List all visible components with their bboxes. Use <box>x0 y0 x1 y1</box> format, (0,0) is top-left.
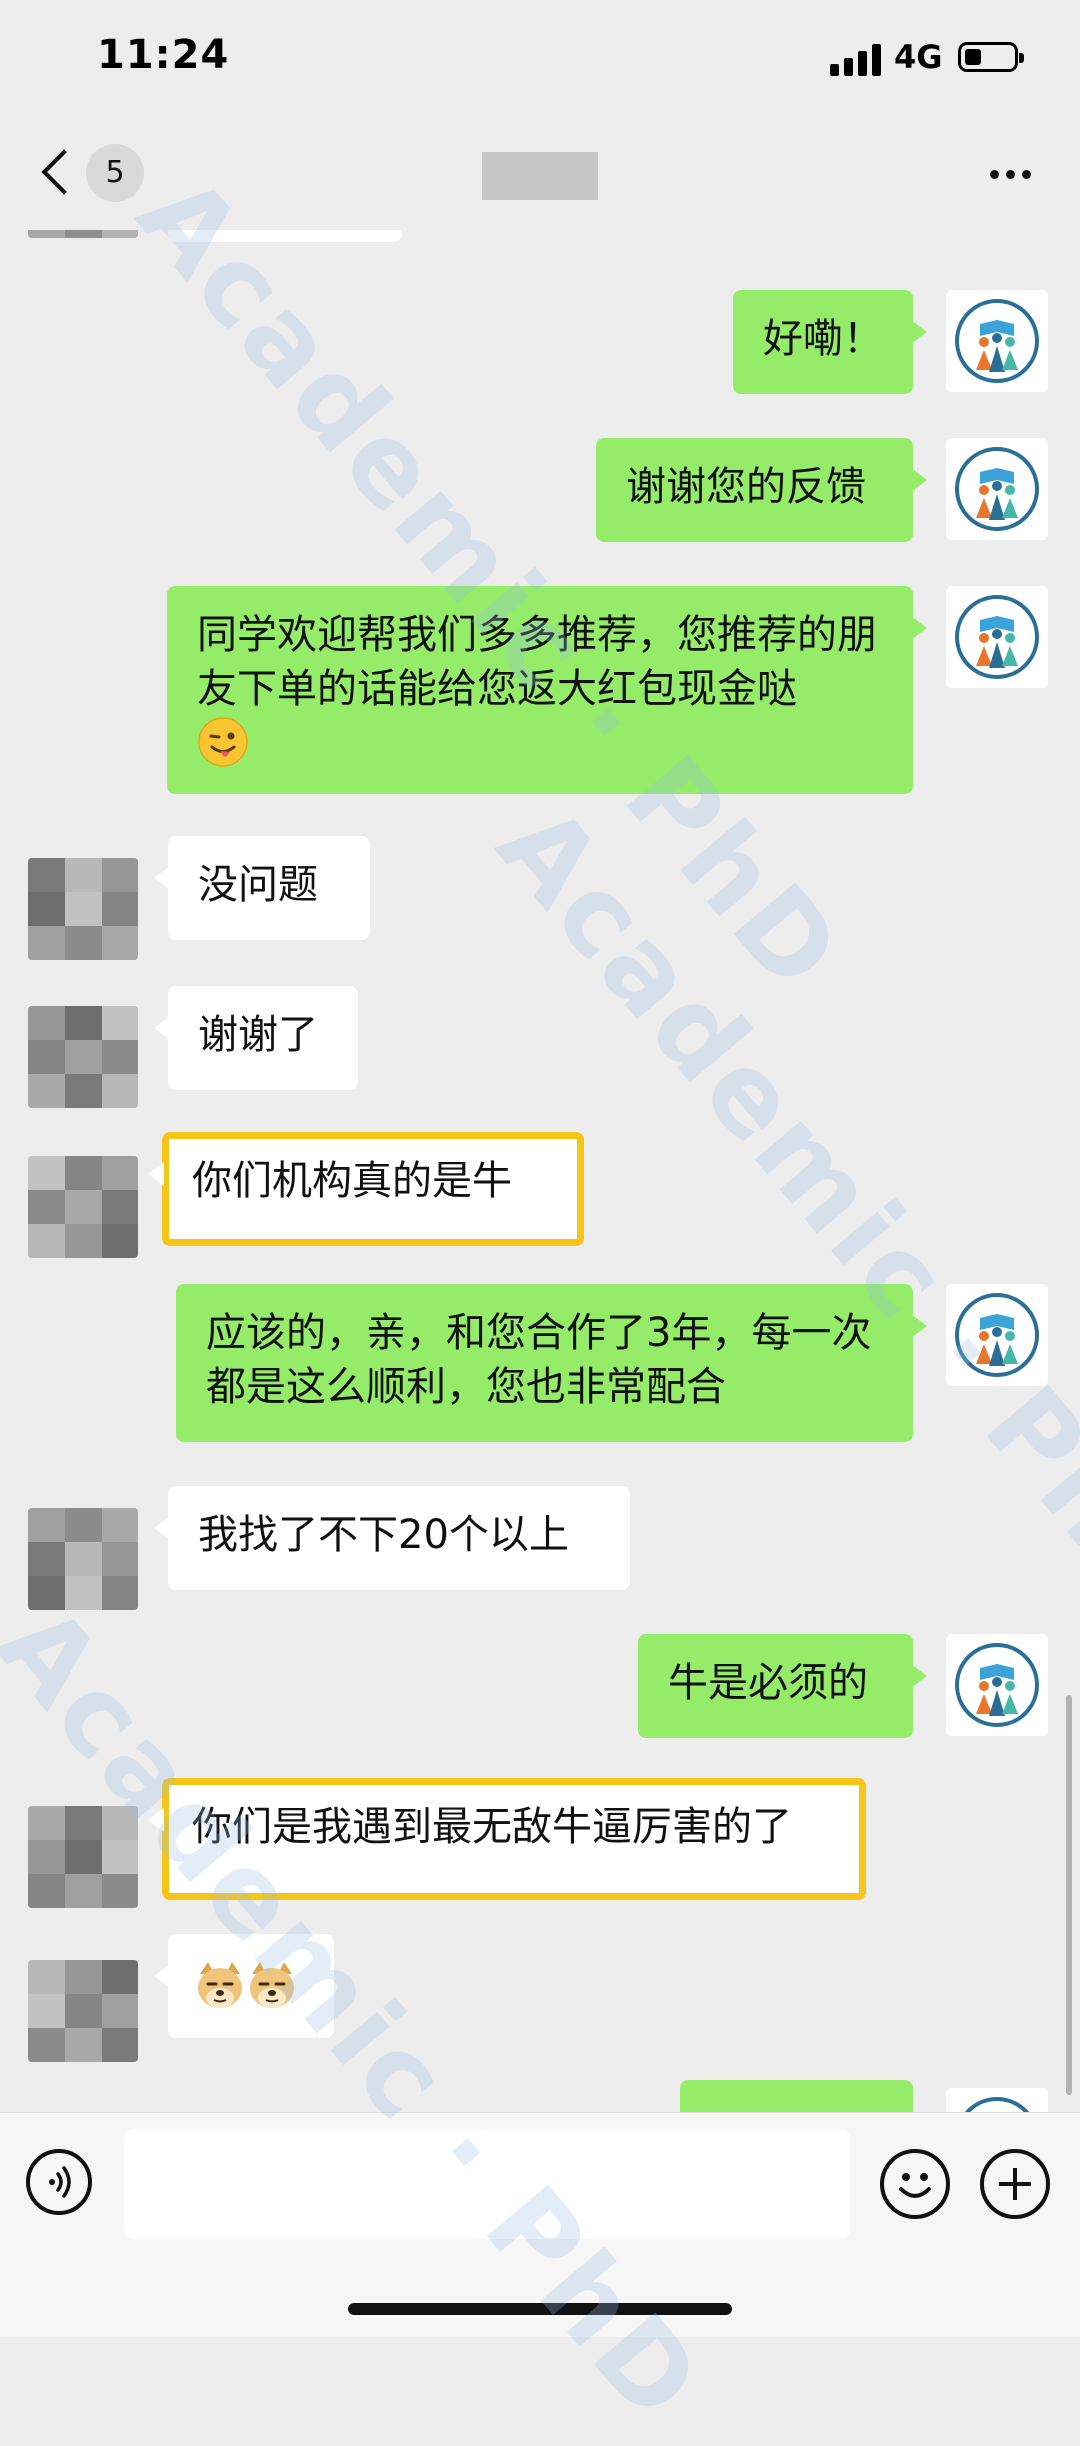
message-bubble-received-highlighted[interactable]: 你们是我遇到最无敌牛逼厉害的了 <box>148 1778 866 1900</box>
message-bubble-received-highlighted[interactable]: 你们机构真的是牛 <box>148 1132 584 1246</box>
avatar <box>28 1960 138 2062</box>
avatar <box>28 1006 138 1108</box>
plus-icon[interactable] <box>980 2149 1050 2219</box>
message-text: 我找了不下20个以上 <box>198 1512 569 1558</box>
winking-tongue-emoji-icon <box>197 716 249 782</box>
avatar <box>28 1508 138 1610</box>
message-text: 你们是我遇到最无敌牛逼厉害的了 <box>192 1804 792 1850</box>
chat-title-blurred <box>482 152 598 200</box>
message-bubble-sent[interactable]: 牛是必须的 <box>638 1634 927 1738</box>
input-bar <box>0 2112 1080 2337</box>
avatar <box>28 1806 138 1908</box>
doge-emoji-icon <box>246 1960 298 2026</box>
message-text: 应该的，亲，和您合作了3年，每一次都是这么顺利，您也非常配合 <box>206 1310 872 1410</box>
more-icon[interactable] <box>980 160 1040 190</box>
message-text: 同学欢迎帮我们多多推荐，您推荐的朋友下单的话能给您返大红包现金哒 <box>197 612 877 712</box>
message-text: 没问题 <box>198 862 318 908</box>
network-label: 4G <box>894 38 943 76</box>
message-list[interactable]: 好嘞！ 谢谢您的反馈 同学欢迎帮我们多多推荐，您推荐的朋友下单的话能给您返大红包… <box>0 120 1080 2140</box>
message-text: 谢谢您的反馈 <box>626 464 866 510</box>
message-bubble-received[interactable]: 我找了不下20个以上 <box>154 1486 630 1590</box>
message-bubble-sent[interactable]: 应该的，亲，和您合作了3年，每一次都是这么顺利，您也非常配合 <box>176 1284 927 1442</box>
chat-header: 5 <box>0 120 1080 230</box>
status-bar: 11:24 4G <box>0 0 1080 120</box>
signal-icon <box>830 44 882 76</box>
avatar-institution-logo <box>946 1284 1048 1386</box>
message-bubble-received[interactable] <box>154 1934 334 2038</box>
message-bubble-sent[interactable]: 好嘞！ <box>733 290 927 394</box>
doge-emoji-icon <box>194 1960 246 2026</box>
status-time: 11:24 <box>97 32 230 78</box>
message-bubble-sent[interactable]: 谢谢您的反馈 <box>596 438 927 542</box>
message-text: 你们机构真的是牛 <box>192 1158 512 1204</box>
unread-count-badge[interactable]: 5 <box>86 144 144 202</box>
message-bubble-received[interactable]: 谢谢了 <box>154 986 358 1090</box>
message-bubble-sent[interactable]: 同学欢迎帮我们多多推荐，您推荐的朋友下单的话能给您返大红包现金哒 <box>167 586 927 794</box>
battery-icon <box>958 42 1024 72</box>
emoji-icon[interactable] <box>880 2149 950 2219</box>
avatar-institution-logo <box>946 290 1048 392</box>
avatar <box>28 1156 138 1258</box>
message-bubble-received[interactable]: 没问题 <box>154 836 370 940</box>
back-button[interactable] <box>36 142 80 202</box>
voice-icon[interactable] <box>26 2149 92 2215</box>
home-indicator <box>348 2303 732 2315</box>
scrollbar[interactable] <box>1066 1695 1072 2095</box>
avatar-institution-logo <box>946 586 1048 688</box>
avatar-institution-logo <box>946 438 1048 540</box>
message-text: 牛是必须的 <box>668 1660 868 1706</box>
message-text: 好嘞！ <box>763 316 883 362</box>
message-text: 谢谢了 <box>198 1012 318 1058</box>
avatar-institution-logo <box>946 1634 1048 1736</box>
avatar <box>28 858 138 960</box>
message-input[interactable] <box>124 2129 850 2239</box>
